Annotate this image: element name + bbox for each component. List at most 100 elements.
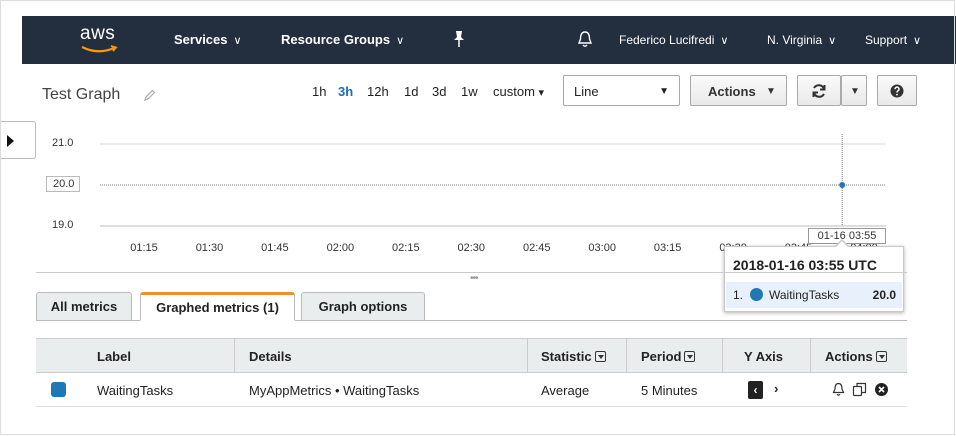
table-row: WaitingTasks MyAppMetrics • WaitingTasks… [36,373,907,407]
metrics-table-header: Label Details Statistic Period Y Axis Ac… [36,338,907,373]
bell-icon[interactable] [577,30,593,48]
column-separator [234,339,235,372]
x-tick-label: 03:15 [653,242,682,254]
nav-services-menu[interactable]: Services ∨ [174,32,242,47]
column-header-statistic-label: Statistic [541,349,592,364]
tab-graph-options[interactable]: Graph options [301,292,425,321]
aws-smile-icon [81,45,118,53]
tooltip-series-index: 1. [733,288,744,302]
graph-type-value: Line [574,84,599,99]
range-1h[interactable]: 1h [312,84,326,99]
tooltip-title: 2018-01-16 03:55 UTC [733,257,877,273]
x-tick-label: 02:15 [392,242,420,254]
range-custom[interactable]: custom ▾ [493,84,544,99]
resize-grip-icon[interactable]: ••• [470,274,478,284]
cloudwatch-console: aws Services ∨ Resource Groups ∨ Federico … [0,0,956,436]
remove-icon[interactable] [874,382,889,397]
range-custom-label: custom [493,84,535,99]
metric-details[interactable]: MyAppMetrics • WaitingTasks [249,383,419,398]
nav-services-label: Services [174,32,228,47]
y-tick-highlight: 20.0 [46,176,80,192]
metric-period[interactable]: 5 Minutes [641,383,697,398]
series-color-swatch[interactable] [51,382,66,397]
column-separator [722,339,723,372]
tooltip-arrow-inner [835,241,849,248]
x-tick-label: 02:45 [522,242,551,254]
pencil-icon[interactable] [143,89,156,102]
bell-icon[interactable] [831,382,846,397]
column-header-details: Details [249,349,292,364]
column-separator [810,339,811,372]
graph-title: Test Graph [42,86,121,103]
chevron-down-icon: ∨ [913,35,922,47]
y-axis-right-toggle[interactable]: › [774,381,778,396]
chevron-down-icon: ∨ [396,35,405,47]
chevron-down-icon: ∨ [720,35,729,47]
nav-resource-groups-menu[interactable]: Resource Groups ∨ [281,32,404,47]
caret-down-icon: ▼ [659,86,669,97]
column-header-period-label: Period [641,349,682,364]
copy-icon[interactable] [852,382,867,397]
sort-dropdown-icon[interactable] [875,351,887,362]
caret-down-icon: ▾ [538,87,545,99]
column-header-y-axis: Y Axis [744,349,784,364]
graph-type-select[interactable]: Line ▼ [563,75,680,106]
nav-resource-groups-label: Resource Groups [281,32,391,47]
datapoint-tooltip: 2018-01-16 03:55 UTC 1. WaitingTasks 20.… [724,239,904,312]
pin-icon[interactable] [452,30,466,48]
tab-graphed-metrics[interactable]: Graphed metrics (1) [140,292,295,321]
sort-dropdown-icon[interactable] [594,351,606,362]
tooltip-series-value: 20.0 [872,288,896,302]
caret-down-icon: ▼ [850,86,860,97]
range-3d[interactable]: 3d [432,84,446,99]
tooltip-series-name: WaitingTasks [769,288,840,302]
help-button[interactable] [877,75,917,106]
column-header-period[interactable]: Period [641,349,696,364]
refresh-interval-dropdown[interactable]: ▼ [841,75,867,106]
column-header-label: Label [97,349,131,364]
sidebar-toggle[interactable] [0,121,36,159]
help-icon [890,84,904,98]
x-tick-label: 01:45 [261,242,289,254]
nav-user-menu[interactable]: Federico Lucifredi ∨ [619,33,728,47]
x-tick-label: 01:30 [195,242,224,254]
column-separator [527,339,528,372]
x-tick-label: 03:00 [588,242,616,254]
nav-user-label: Federico Lucifredi [619,33,715,47]
range-12h[interactable]: 12h [367,84,389,99]
x-tick-label: 02:30 [457,242,486,254]
data-point[interactable] [839,182,846,188]
x-tick-label: 02:00 [326,242,355,254]
caret-down-icon: ▼ [766,86,776,97]
y-tick-label: 19.0 [52,219,74,231]
column-header-statistic[interactable]: Statistic [541,349,606,364]
column-separator [626,339,627,372]
metric-statistic[interactable]: Average [541,383,589,398]
range-1w[interactable]: 1w [461,84,478,99]
range-3h[interactable]: 3h [338,84,353,99]
sort-dropdown-icon[interactable] [684,351,696,362]
column-header-actions[interactable]: Actions [825,349,887,364]
chevron-down-icon: ∨ [233,35,242,47]
nav-region-menu[interactable]: N. Virginia ∨ [767,33,836,47]
aws-logo-text: aws [80,23,116,44]
nav-support-label: Support [865,33,908,47]
caret-right-icon [7,135,14,147]
metric-label[interactable]: WaitingTasks [97,383,173,398]
chevron-down-icon: ∨ [828,35,837,47]
nav-support-menu[interactable]: Support ∨ [865,33,921,47]
actions-button-label: Actions [708,84,756,99]
column-header-actions-label: Actions [825,349,873,364]
series-color-dot [750,288,763,301]
actions-button[interactable]: Actions ▼ [690,75,787,106]
refresh-icon [812,84,826,98]
x-tick-label: 01:15 [130,242,158,254]
tab-all-metrics[interactable]: All metrics [36,292,132,321]
refresh-button[interactable] [797,75,841,106]
tooltip-series-row: 1. WaitingTasks 20.0 [726,282,902,308]
nav-region-label: N. Virginia [767,33,823,47]
range-1d[interactable]: 1d [404,84,418,99]
aws-logo[interactable]: aws [80,23,120,55]
y-axis-left-toggle[interactable]: ‹ [748,381,763,399]
top-nav-bar: aws Services ∨ Resource Groups ∨ Federico … [22,16,956,64]
